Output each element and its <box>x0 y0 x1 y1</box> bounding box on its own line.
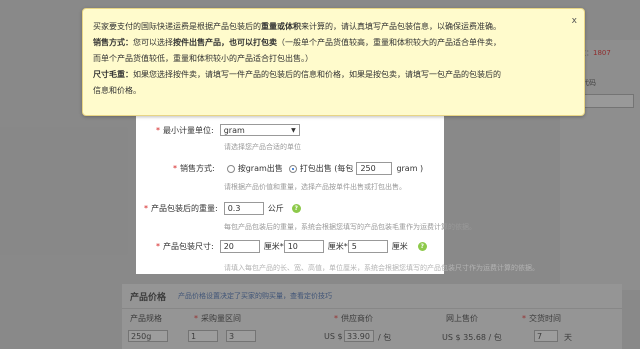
tooltip-para-3: 尺寸毛重：如果您选择按件卖，请填写一件产品的包装后的信息和价格，如果是按包卖，请… <box>93 70 501 79</box>
sell-by-unit-radio[interactable] <box>226 164 235 173</box>
unit-row: * 最小计量单位: gram ▼ <box>156 124 300 136</box>
tooltip-para-1: 买家要支付的国际快递运费是根据产品包装后的重量或体积来计算的，请认真填写产品包装… <box>93 22 501 31</box>
height-input[interactable]: 5 <box>347 240 388 253</box>
weight-unit: 公斤 <box>267 204 284 213</box>
chevron-down-icon: ▼ <box>291 126 296 134</box>
tooltip-para-3b: 信息和价格。 <box>93 86 141 95</box>
packaging-tooltip: x 买家要支付的国际快递运费是根据产品包装后的重量或体积来计算的，请认真填写产品… <box>82 8 585 116</box>
unit-label: 最小计量单位: <box>163 125 214 135</box>
pack-unit-label: gram ) <box>396 164 424 173</box>
length-input[interactable]: 20 <box>219 240 260 253</box>
sell-by-pack-label: 打包出售 (每包 <box>299 164 354 173</box>
unit-hint: 请选择您产品合适的单位 <box>224 143 301 151</box>
tooltip-para-2: 销售方式：您可以选择按件出售产品，也可以打包卖（一般单个产品货值较高，重量和体积… <box>93 38 501 47</box>
help-icon[interactable]: ? <box>291 204 301 213</box>
sale-hint: 请根据产品价值和重量，选择产品按单件出售或打包出售。 <box>224 183 406 191</box>
sell-by-unit-label: 按gram出售 <box>237 164 283 173</box>
weight-hint: 每包产品包装后的重量，系统会根据您填写的产品包装毛重作为运费计算的依据。 <box>224 223 476 231</box>
size-label: 产品包装尺寸: <box>163 242 214 251</box>
close-icon[interactable]: x <box>572 13 577 29</box>
packaging-form-panel: * 最小计量单位: gram ▼ 请选择您产品合适的单位 * 销售方式: 按gram出… <box>136 106 476 274</box>
size-row: * 产品包装尺寸: 20 厘米 * 10 厘米 * 5 厘米 ? <box>156 240 427 253</box>
pack-qty-input[interactable]: 250 <box>356 162 393 175</box>
sell-by-pack-radio[interactable] <box>288 164 297 173</box>
weight-row: * 产品包装后的重量: 0.3 公斤 ? <box>144 202 301 215</box>
tooltip-para-2b: 而单个产品货值较低，重量和体积较小的产品适合打包出售。） <box>93 54 313 63</box>
unit-select[interactable]: gram ▼ <box>219 124 300 136</box>
weight-label: 产品包装后的重量: <box>151 204 218 213</box>
length-unit: 厘米 <box>263 242 280 251</box>
size-hint: 请填入每包产品的长、宽、高值，单位厘米，系统会根据您填写的产品包装尺寸作为运费计… <box>224 264 539 272</box>
height-unit: 厘米 <box>391 242 408 251</box>
width-input[interactable]: 10 <box>283 240 324 253</box>
weight-input[interactable]: 0.3 <box>223 202 264 215</box>
sale-row: * 销售方式: 按gram出售 打包出售 (每包 250 gram ) <box>173 162 424 175</box>
width-unit: 厘米 <box>327 242 344 251</box>
help-icon[interactable]: ? <box>417 242 427 251</box>
sale-label: 销售方式: <box>180 164 215 173</box>
